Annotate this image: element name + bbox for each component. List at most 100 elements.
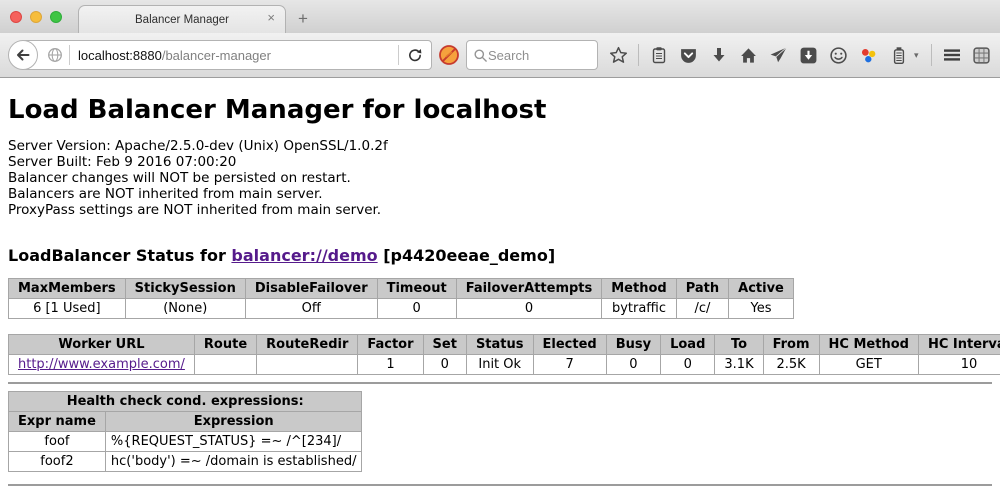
cell-active: Yes <box>729 299 794 319</box>
chevron-down-icon[interactable]: ▾ <box>914 50 919 61</box>
col-header-active: Active <box>729 279 794 299</box>
cell-expression: %{REQUEST_STATUS} =~ /^[234]/ <box>105 432 362 452</box>
content-blocker-button[interactable] <box>438 44 460 66</box>
close-window-button[interactable] <box>10 11 22 23</box>
server-version-line: Server Version: Apache/2.5.0-dev (Unix) … <box>8 138 992 154</box>
send-tab-button[interactable] <box>768 45 789 66</box>
url-domain: localhost:8880 <box>78 48 162 63</box>
cell-set: 0 <box>423 355 466 375</box>
cell-failoverattempts: 0 <box>456 299 602 319</box>
cell-from: 2.5K <box>763 355 819 375</box>
video-download-helper-button[interactable] <box>798 45 819 66</box>
reload-button[interactable] <box>399 47 431 63</box>
site-identity-globe-icon[interactable] <box>47 47 63 63</box>
color-dots-extension-button[interactable] <box>858 45 879 66</box>
balancer-params-table: MaxMembers StickySession DisableFailover… <box>8 278 794 319</box>
downloads-button[interactable] <box>708 45 729 66</box>
battery-icon <box>890 46 908 65</box>
col-header-route: Route <box>194 335 256 355</box>
col-header-worker-url: Worker URL <box>9 335 195 355</box>
bottom-divider <box>8 484 992 486</box>
cell-worker-url: http://www.example.com/ <box>9 355 195 375</box>
url-text[interactable]: localhost:8880/balancer-manager <box>78 48 398 63</box>
zoom-window-button[interactable] <box>50 11 62 23</box>
col-header-method: Method <box>602 279 676 299</box>
back-arrow-icon <box>15 47 31 63</box>
tab-balancer-manager[interactable]: Balancer Manager × <box>78 5 286 33</box>
col-header-hc-method: HC Method <box>819 335 918 355</box>
worker-table: Worker URL Route RouteRedir Factor Set S… <box>8 334 1000 375</box>
cell-expression: hc('body') =~ /domain is established/ <box>105 452 362 472</box>
cell-stickysession: (None) <box>125 299 245 319</box>
download-arrow-icon <box>710 46 728 64</box>
paper-plane-icon <box>769 46 788 65</box>
grid-extension-button[interactable] <box>971 45 992 66</box>
cell-path: /c/ <box>676 299 728 319</box>
url-path: /balancer-manager <box>162 48 271 63</box>
col-header-timeout: Timeout <box>377 279 456 299</box>
reload-icon <box>407 47 423 63</box>
toolbar-separator <box>931 44 932 66</box>
search-bar[interactable] <box>466 40 598 70</box>
worker-row: http://www.example.com/ 1 0 Init Ok 7 0 … <box>9 355 1000 375</box>
table-row: foof2 hc('body') =~ /domain is establish… <box>9 452 362 472</box>
server-info-block: Server Version: Apache/2.5.0-dev (Unix) … <box>8 138 992 218</box>
worker-url-link[interactable]: http://www.example.com/ <box>18 357 185 372</box>
balancer-demo-link[interactable]: balancer://demo <box>231 246 377 265</box>
cell-route <box>194 355 256 375</box>
cell-maxmembers: 6 [1 Used] <box>9 299 126 319</box>
cell-expr-name: foof2 <box>9 452 106 472</box>
toolbar-separator <box>638 44 639 66</box>
tab-close-icon[interactable]: × <box>267 11 275 25</box>
home-button[interactable] <box>738 45 759 66</box>
cell-timeout: 0 <box>377 299 456 319</box>
section-divider <box>8 382 992 384</box>
home-icon <box>739 46 758 65</box>
cell-factor: 1 <box>358 355 423 375</box>
minimize-window-button[interactable] <box>30 11 42 23</box>
pocket-button[interactable] <box>678 45 699 66</box>
blocked-content-icon <box>438 44 460 66</box>
hamburger-icon <box>942 46 962 64</box>
cell-elected: 7 <box>533 355 606 375</box>
col-header-set: Set <box>423 335 466 355</box>
status-suffix: [p4420eeae_demo] <box>378 246 556 265</box>
back-button[interactable] <box>8 40 38 70</box>
bookmark-star-button[interactable] <box>608 45 629 66</box>
cell-status: Init Ok <box>466 355 533 375</box>
navigation-toolbar: localhost:8880/balancer-manager <box>0 33 1000 78</box>
col-header-maxmembers: MaxMembers <box>9 279 126 299</box>
square-download-icon <box>799 46 818 65</box>
loadbalancer-status-heading: LoadBalancer Status for balancer://demo … <box>8 246 992 265</box>
window-controls <box>10 11 62 23</box>
persist-warning-line: Balancer changes will NOT be persisted o… <box>8 170 992 186</box>
cell-method: bytraffic <box>602 299 676 319</box>
menu-button[interactable] <box>941 45 962 66</box>
cell-busy: 0 <box>606 355 660 375</box>
table-title-row: Health check cond. expressions: <box>9 392 362 412</box>
col-header-routeredir: RouteRedir <box>257 335 358 355</box>
smiley-icon <box>829 46 848 65</box>
search-input[interactable] <box>488 48 578 63</box>
search-icon <box>473 48 488 63</box>
star-icon <box>609 46 628 65</box>
table-header-row: Worker URL Route RouteRedir Factor Set S… <box>9 335 1000 355</box>
battery-extension-button[interactable] <box>888 45 909 66</box>
chat-smiley-button[interactable] <box>828 45 849 66</box>
table-row: 6 [1 Used] (None) Off 0 0 bytraffic /c/ … <box>9 299 794 319</box>
health-check-table: Health check cond. expressions: Expr nam… <box>8 391 362 472</box>
server-built-line: Server Built: Feb 9 2016 07:00:20 <box>8 154 992 170</box>
cell-hc-interval: 10 <box>918 355 1000 375</box>
col-header-from: From <box>763 335 819 355</box>
bookmarks-menu-button[interactable] <box>648 45 669 66</box>
table-header-row: MaxMembers StickySession DisableFailover… <box>9 279 794 299</box>
new-tab-button[interactable]: + <box>298 9 308 29</box>
tab-strip: Balancer Manager × + <box>0 0 1000 33</box>
proxypass-warning-line: ProxyPass settings are NOT inherited fro… <box>8 202 992 218</box>
col-header-disablefailover: DisableFailover <box>245 279 377 299</box>
col-header-to: To <box>715 335 763 355</box>
cell-routeredir <box>257 355 358 375</box>
col-header-load: Load <box>661 335 715 355</box>
url-bar[interactable]: localhost:8880/balancer-manager <box>22 40 432 70</box>
table-header-row: Expr name Expression <box>9 412 362 432</box>
